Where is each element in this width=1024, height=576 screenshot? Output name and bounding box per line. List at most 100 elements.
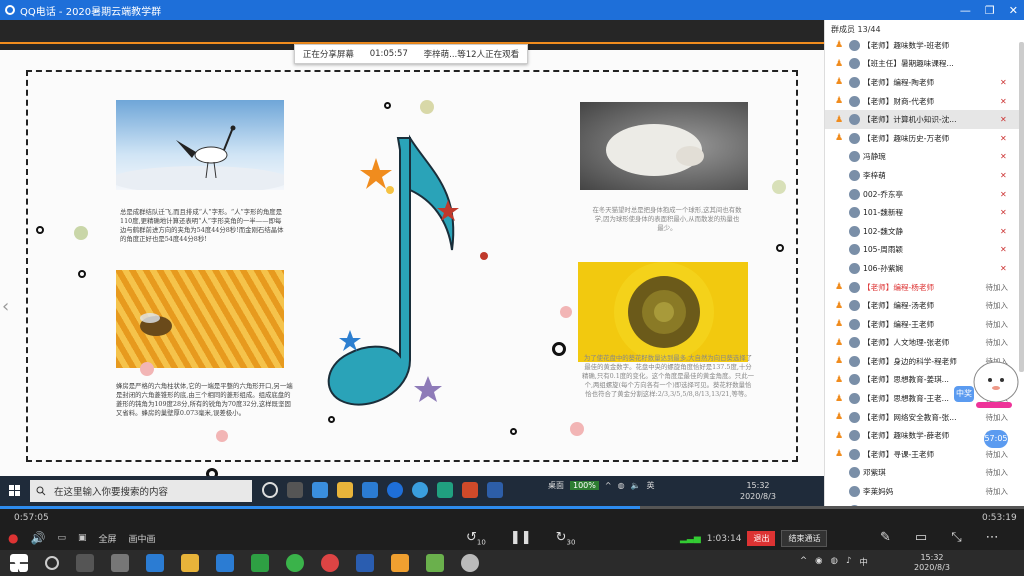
ie-icon[interactable]: [412, 482, 428, 498]
avatar-icon[interactable]: [461, 554, 479, 572]
member-row[interactable]: ♟ 【老师】编程-王老师 待加入: [825, 315, 1024, 334]
more-icon[interactable]: ⋯: [986, 530, 999, 545]
app-l-icon[interactable]: [387, 482, 403, 498]
time-badge[interactable]: 57:05: [984, 430, 1008, 448]
restore-button[interactable]: ❐: [985, 4, 995, 17]
search-icon[interactable]: [45, 556, 59, 570]
member-row[interactable]: 邓紫琪 待加入: [825, 464, 1024, 483]
crane-image: [116, 100, 284, 190]
host-time: 15:32: [920, 553, 944, 562]
member-row[interactable]: ♟ 【老师】趣味数学-班老师: [825, 36, 1024, 55]
host-taskbar: ^ ◉ ◍ ♪ 中 15:32 2020/8/3: [0, 550, 1024, 576]
app-green-icon[interactable]: [426, 554, 444, 572]
cortana-icon[interactable]: [262, 482, 278, 498]
member-row[interactable]: ♟ 【老师】趣味历史-万老师 ✕: [825, 129, 1024, 148]
member-row[interactable]: 冯静琬 ✕: [825, 148, 1024, 167]
pinwheel-icon[interactable]: [111, 554, 129, 572]
task-view-icon[interactable]: [287, 482, 303, 498]
member-row[interactable]: 李梓萌 ✕: [825, 166, 1024, 185]
app-360-icon[interactable]: [251, 554, 269, 572]
taskbar-search[interactable]: 在这里输入你要搜索的内容: [30, 480, 252, 502]
avatar: [849, 76, 860, 88]
volume-icon[interactable]: 🔈: [631, 481, 641, 490]
mail-icon[interactable]: [362, 482, 378, 498]
host-tray: ^ ◉ ◍ ♪ 中: [800, 556, 868, 568]
app-tray-icon[interactable]: ◉: [815, 556, 822, 568]
avatar: [849, 430, 860, 442]
share-status: 正在分享屏幕: [302, 50, 354, 60]
member-row[interactable]: 105-周雨颖 ✕: [825, 241, 1024, 260]
volume-icon[interactable]: ♪: [846, 556, 851, 568]
search-placeholder: 在这里输入你要搜索的内容: [54, 487, 169, 498]
remote-date: 2020/8/3: [740, 492, 776, 501]
app-green-icon[interactable]: [437, 482, 453, 498]
ime-indicator[interactable]: 中: [859, 556, 868, 568]
pen-icon[interactable]: ✎: [880, 530, 891, 545]
task-view-icon[interactable]: [76, 554, 94, 572]
window-icon[interactable]: ▭: [915, 530, 927, 545]
screen-icon[interactable]: ▣: [78, 533, 87, 543]
network-icon[interactable]: ◍: [831, 556, 838, 568]
wechat-icon[interactable]: [286, 554, 304, 572]
elapsed-time: 0:57:05: [14, 513, 49, 523]
member-name: 【老师】寻课-王老师: [863, 449, 935, 459]
decor-dot: [140, 362, 154, 376]
chevron-up-icon[interactable]: ^: [605, 481, 612, 490]
edge-icon[interactable]: [146, 554, 164, 572]
member-row[interactable]: ♟ 【老师】编程-杨老师 待加入: [825, 278, 1024, 297]
pip-button[interactable]: 画中画: [128, 532, 155, 545]
member-row[interactable]: ♟ 【老师】财商-代老师 ✕: [825, 92, 1024, 111]
pause-icon[interactable]: ❚❚: [510, 530, 532, 547]
host-clock[interactable]: 15:32 2020/8/3: [914, 553, 950, 573]
member-row[interactable]: 002-乔东亭 ✕: [825, 185, 1024, 204]
classroom-icon[interactable]: [487, 482, 503, 498]
edge-icon[interactable]: [312, 482, 328, 498]
member-role-icon: ♟: [835, 430, 844, 441]
collapse-icon[interactable]: ⤡: [951, 530, 961, 545]
speaker-icon[interactable]: 🔊: [30, 531, 45, 545]
network-icon[interactable]: ◍: [618, 481, 625, 490]
end-call-button[interactable]: 结束通话: [781, 530, 828, 547]
signal-icon: ▂▃▅: [680, 533, 701, 544]
chevron-left-icon[interactable]: ‹: [2, 296, 9, 317]
member-row[interactable]: ♟ 【老师】编程-汤老师 待加入: [825, 296, 1024, 315]
avatar: [849, 188, 860, 200]
member-row[interactable]: 106-孙紫娴 ✕: [825, 259, 1024, 278]
ime-indicator[interactable]: 英: [647, 480, 655, 491]
folder-icon[interactable]: [337, 482, 353, 498]
close-button[interactable]: ✕: [1009, 4, 1018, 17]
member-row[interactable]: ♟ 【老师】计算机小知识-沈... ✕: [825, 110, 1024, 129]
windows-start-icon[interactable]: [10, 554, 28, 572]
window-controls: — ❐ ✕: [960, 0, 1018, 20]
store-icon[interactable]: [216, 554, 234, 572]
minimize-button[interactable]: —: [960, 4, 971, 17]
windows-start-icon[interactable]: [9, 485, 21, 497]
desktop-label[interactable]: 桌面: [548, 480, 564, 491]
powerpoint-icon[interactable]: [462, 482, 478, 498]
exit-button[interactable]: 退出: [747, 531, 776, 546]
forward-icon[interactable]: ↻30: [556, 530, 576, 547]
member-scrollbar[interactable]: [1019, 42, 1024, 372]
member-row[interactable]: ♟ 【老师】编程-陶老师 ✕: [825, 73, 1024, 92]
folder-icon[interactable]: [181, 554, 199, 572]
mic-icon[interactable]: ●: [8, 531, 18, 545]
chat-icon[interactable]: ▭: [57, 533, 66, 543]
progress-track[interactable]: [0, 506, 1024, 509]
mic-muted-icon: ✕: [1000, 96, 1007, 106]
word-icon[interactable]: [356, 554, 374, 572]
mic-muted-icon: ✕: [1000, 245, 1007, 255]
mascot-widget[interactable]: 中奖: [952, 352, 1024, 416]
rewind-icon[interactable]: ↺10: [466, 530, 486, 547]
remote-clock[interactable]: 15:32 2020/8/3: [740, 480, 776, 502]
member-row[interactable]: 102-魏文静 ✕: [825, 222, 1024, 241]
member-row[interactable]: ♟ 【班主任】暑期趣味课程...: [825, 55, 1024, 74]
honeycomb-text: 蜂房是严格的六角柱状体,它的一端是平整的六角形开口,另一端是封闭的六角菱锥形的底…: [116, 382, 293, 417]
fullscreen-button[interactable]: 全屏: [98, 532, 116, 545]
member-row[interactable]: 李莱妈妈 待加入: [825, 482, 1024, 501]
chrome-icon[interactable]: [321, 554, 339, 572]
member-row[interactable]: ♟ 【老师】人文地理-张老师 待加入: [825, 334, 1024, 353]
cat-text: 在冬天猫望时总是把身体抱成一个球形,这其间也有数学,因为球形使身体的表面积最小,…: [592, 206, 742, 232]
app-orange-icon[interactable]: [391, 554, 409, 572]
chevron-up-icon[interactable]: ^: [800, 556, 807, 568]
member-row[interactable]: 101-魏新程 ✕: [825, 203, 1024, 222]
